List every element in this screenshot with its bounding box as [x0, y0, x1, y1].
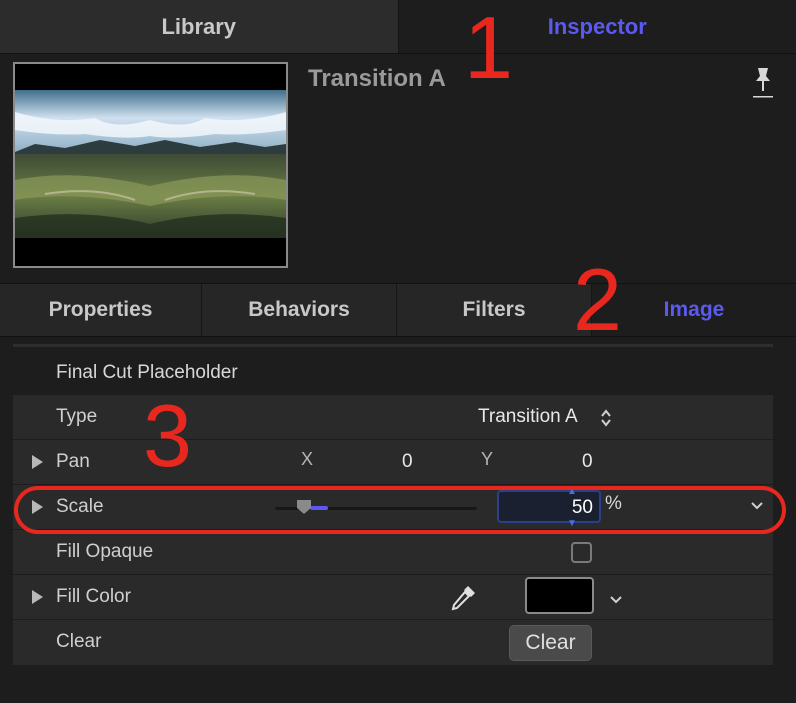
pin-icon[interactable] — [752, 66, 774, 100]
tab-library[interactable]: Library — [0, 0, 399, 53]
type-label: Type — [56, 406, 98, 427]
landscape-image — [15, 90, 286, 238]
row-type: Type Transition A — [13, 395, 773, 440]
annotation-number-2: 2 — [573, 250, 622, 349]
annotation-number-1: 1 — [464, 0, 513, 97]
clear-button[interactable]: Clear — [509, 625, 592, 661]
row-clear: Clear Clear — [13, 620, 773, 665]
fill-opaque-label: Fill Opaque — [56, 541, 154, 562]
section-title: Final Cut Placeholder — [56, 362, 238, 383]
clear-label: Clear — [56, 631, 102, 652]
annotation-number-3: 3 — [143, 386, 192, 485]
annotation-highlight-ring — [14, 486, 786, 534]
tab-behaviors[interactable]: Behaviors — [202, 284, 397, 336]
updown-chevron-icon[interactable] — [600, 408, 612, 428]
row-fill-color: Fill Color — [13, 575, 773, 620]
fill-color-label: Fill Color — [56, 586, 131, 607]
eyedropper-icon[interactable] — [448, 583, 478, 613]
pan-y-label: Y — [481, 449, 494, 469]
tab-inspector[interactable]: Inspector — [398, 0, 796, 53]
tab-filters[interactable]: Filters — [397, 284, 592, 336]
chevron-down-icon[interactable] — [609, 595, 623, 605]
disclosure-triangle-icon[interactable] — [32, 455, 43, 469]
tab-properties[interactable]: Properties — [0, 284, 202, 336]
pan-x-label: X — [301, 449, 314, 469]
row-pan: Pan X 0 Y 0 — [13, 440, 773, 485]
preview-thumbnail — [13, 62, 288, 268]
pan-label: Pan — [56, 451, 90, 472]
fill-opaque-checkbox[interactable] — [571, 542, 592, 563]
tab-image[interactable]: Image — [592, 284, 796, 336]
row-fill-opaque: Fill Opaque — [13, 530, 773, 575]
inspector-tab-bar: Properties Behaviors Filters Image — [0, 283, 796, 337]
disclosure-triangle-icon[interactable] — [32, 590, 43, 604]
clip-title: Transition A — [308, 65, 446, 92]
fill-color-swatch[interactable] — [525, 577, 594, 614]
pan-y-value[interactable]: 0 — [582, 451, 593, 473]
type-select[interactable]: Transition A — [478, 406, 578, 428]
top-tab-bar: Library Inspector — [0, 0, 796, 54]
pan-x-value[interactable]: 0 — [402, 451, 413, 473]
section-divider — [13, 344, 773, 347]
